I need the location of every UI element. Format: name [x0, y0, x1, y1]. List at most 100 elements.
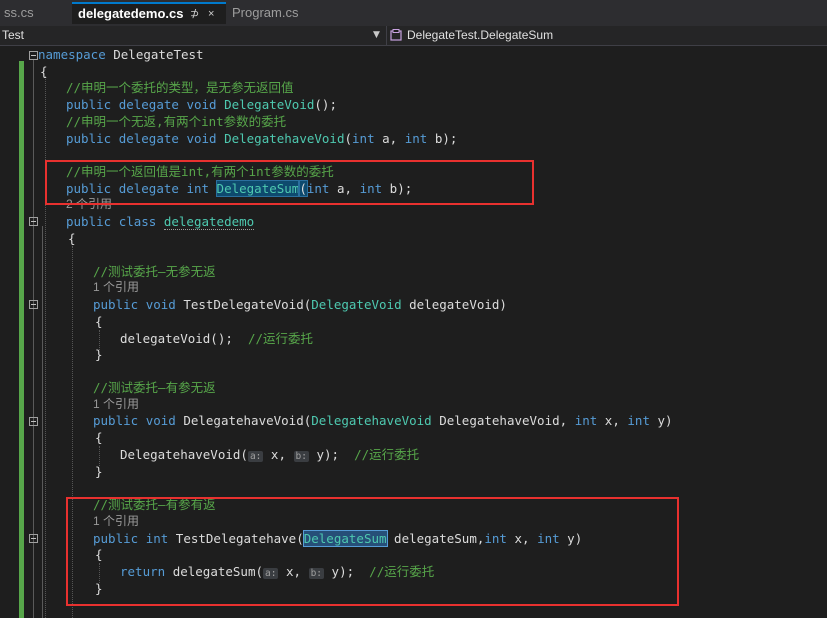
- arg: y);: [308, 447, 355, 462]
- comment: //申明一个无返,有两个int参数的委托: [66, 114, 287, 129]
- param: b);: [427, 131, 458, 146]
- brace: {: [40, 64, 48, 79]
- reference-count-link[interactable]: 1 个引用: [93, 279, 139, 296]
- tab-bar: ss.cs delegatedemo.cs ⊅ × Program.cs: [0, 0, 827, 26]
- code-line: public void TestDelegateVoid(DelegateVoi…: [93, 296, 507, 313]
- nav-divider: [386, 26, 387, 45]
- param: delegateVoid): [401, 297, 507, 312]
- tab-label: delegatedemo.cs: [78, 6, 184, 21]
- code-line: //测试委托—有参无返: [93, 379, 216, 396]
- keyword: int: [574, 413, 598, 428]
- comment: //申明一个委托的类型，是无参无返回值: [66, 80, 294, 95]
- brace: }: [95, 464, 103, 479]
- namespace-name: DelegateTest: [105, 47, 204, 62]
- code-line: namespace DelegateTest: [38, 46, 204, 63]
- type-name: DelegateVoid: [311, 297, 402, 312]
- code-line: }: [95, 346, 103, 363]
- keyword: void: [145, 297, 176, 312]
- param: DelegatehaveVoid,: [431, 413, 575, 428]
- code-line: {: [95, 429, 103, 446]
- code-line: }: [95, 463, 103, 480]
- close-icon[interactable]: ×: [208, 4, 214, 24]
- comment: //运行委托: [354, 447, 420, 462]
- collapse-icon[interactable]: [29, 300, 38, 309]
- member-dropdown[interactable]: DelegateTest.DelegateSum: [407, 27, 553, 44]
- code-line: public void DelegatehaveVoid(Delegatehav…: [93, 412, 673, 429]
- brace: {: [95, 430, 103, 445]
- keyword: namespace: [38, 47, 106, 62]
- reference-count-link[interactable]: 1 个引用: [93, 396, 139, 413]
- annotation-box: [66, 497, 679, 606]
- keyword: public: [66, 214, 112, 229]
- keyword: public: [93, 413, 139, 428]
- code-line: //申明一个委托的类型，是无参无返回值: [66, 79, 294, 96]
- fold-line: [42, 226, 43, 618]
- annotation-box: [45, 160, 534, 205]
- collapse-icon[interactable]: [29, 217, 38, 226]
- code-editor[interactable]: namespace DelegateTest { //申明一个委托的类型，是无参…: [0, 46, 827, 618]
- navigation-bar: Test ▼ DelegateTest.DelegateSum: [0, 26, 827, 46]
- code-line: public delegate void DelegateVoid();: [66, 96, 337, 113]
- tab-ss-cs[interactable]: ss.cs: [0, 2, 72, 24]
- method-name: DelegatehaveVoid: [183, 413, 304, 428]
- indent-guide: [45, 76, 46, 618]
- chevron-down-icon[interactable]: ▼: [373, 27, 380, 44]
- keyword: int: [627, 413, 650, 428]
- tab-label: Program.cs: [232, 5, 299, 20]
- keyword: public: [66, 97, 112, 112]
- comment: //测试委托—有参无返: [93, 380, 216, 395]
- change-indicator-bar: [19, 61, 24, 618]
- method-name: TestDelegateVoid: [183, 297, 304, 312]
- keyword: void: [186, 131, 217, 146]
- keyword: int: [352, 131, 375, 146]
- class-name: delegatedemo: [163, 214, 255, 230]
- param: y): [649, 413, 673, 428]
- parameter-hint: b:: [293, 451, 309, 462]
- keyword: int: [404, 131, 428, 146]
- collapse-icon[interactable]: [29, 417, 38, 426]
- project-dropdown[interactable]: Test: [2, 27, 24, 44]
- collapse-icon[interactable]: [29, 534, 38, 543]
- keyword: public: [66, 131, 112, 146]
- punct: ();: [314, 97, 337, 112]
- tab-delegatedemo-cs[interactable]: delegatedemo.cs ⊅ ×: [72, 2, 226, 24]
- pin-icon[interactable]: ⊅: [190, 4, 199, 24]
- code-line: public class delegatedemo: [66, 213, 255, 230]
- call-name: DelegatehaveVoid(: [120, 447, 248, 462]
- code-line: //申明一个无返,有两个int参数的委托: [66, 113, 286, 130]
- punct: (: [344, 131, 353, 146]
- keyword: class: [118, 214, 157, 229]
- keyword: delegate: [118, 131, 179, 146]
- keyword: void: [186, 97, 217, 112]
- keyword: void: [145, 413, 176, 428]
- class-icon: [390, 29, 402, 41]
- statement: delegateVoid();: [120, 331, 248, 346]
- collapse-icon[interactable]: [29, 51, 38, 60]
- brace: {: [95, 314, 103, 329]
- arg: x,: [263, 447, 294, 462]
- tab-program-cs[interactable]: Program.cs: [228, 2, 344, 24]
- comment: //测试委托—无参无返: [93, 264, 216, 279]
- brace: }: [95, 347, 103, 362]
- code-line: {: [95, 313, 103, 330]
- param: a,: [374, 131, 405, 146]
- param: x,: [597, 413, 628, 428]
- keyword: public: [93, 297, 139, 312]
- comment: //运行委托: [247, 331, 313, 346]
- brace: {: [68, 231, 76, 246]
- code-line: {: [68, 230, 76, 247]
- code-line: //测试委托—无参无返: [93, 263, 216, 280]
- code-line: DelegatehaveVoid(a: x, b: y); //运行委托: [120, 446, 419, 463]
- code-line: delegateVoid(); //运行委托: [120, 330, 313, 347]
- type-name: DelegateVoid: [224, 97, 315, 112]
- code-line: public delegate void DelegatehaveVoid(in…: [66, 130, 457, 147]
- tab-label: ss.cs: [4, 5, 34, 20]
- parameter-hint: a:: [247, 451, 264, 462]
